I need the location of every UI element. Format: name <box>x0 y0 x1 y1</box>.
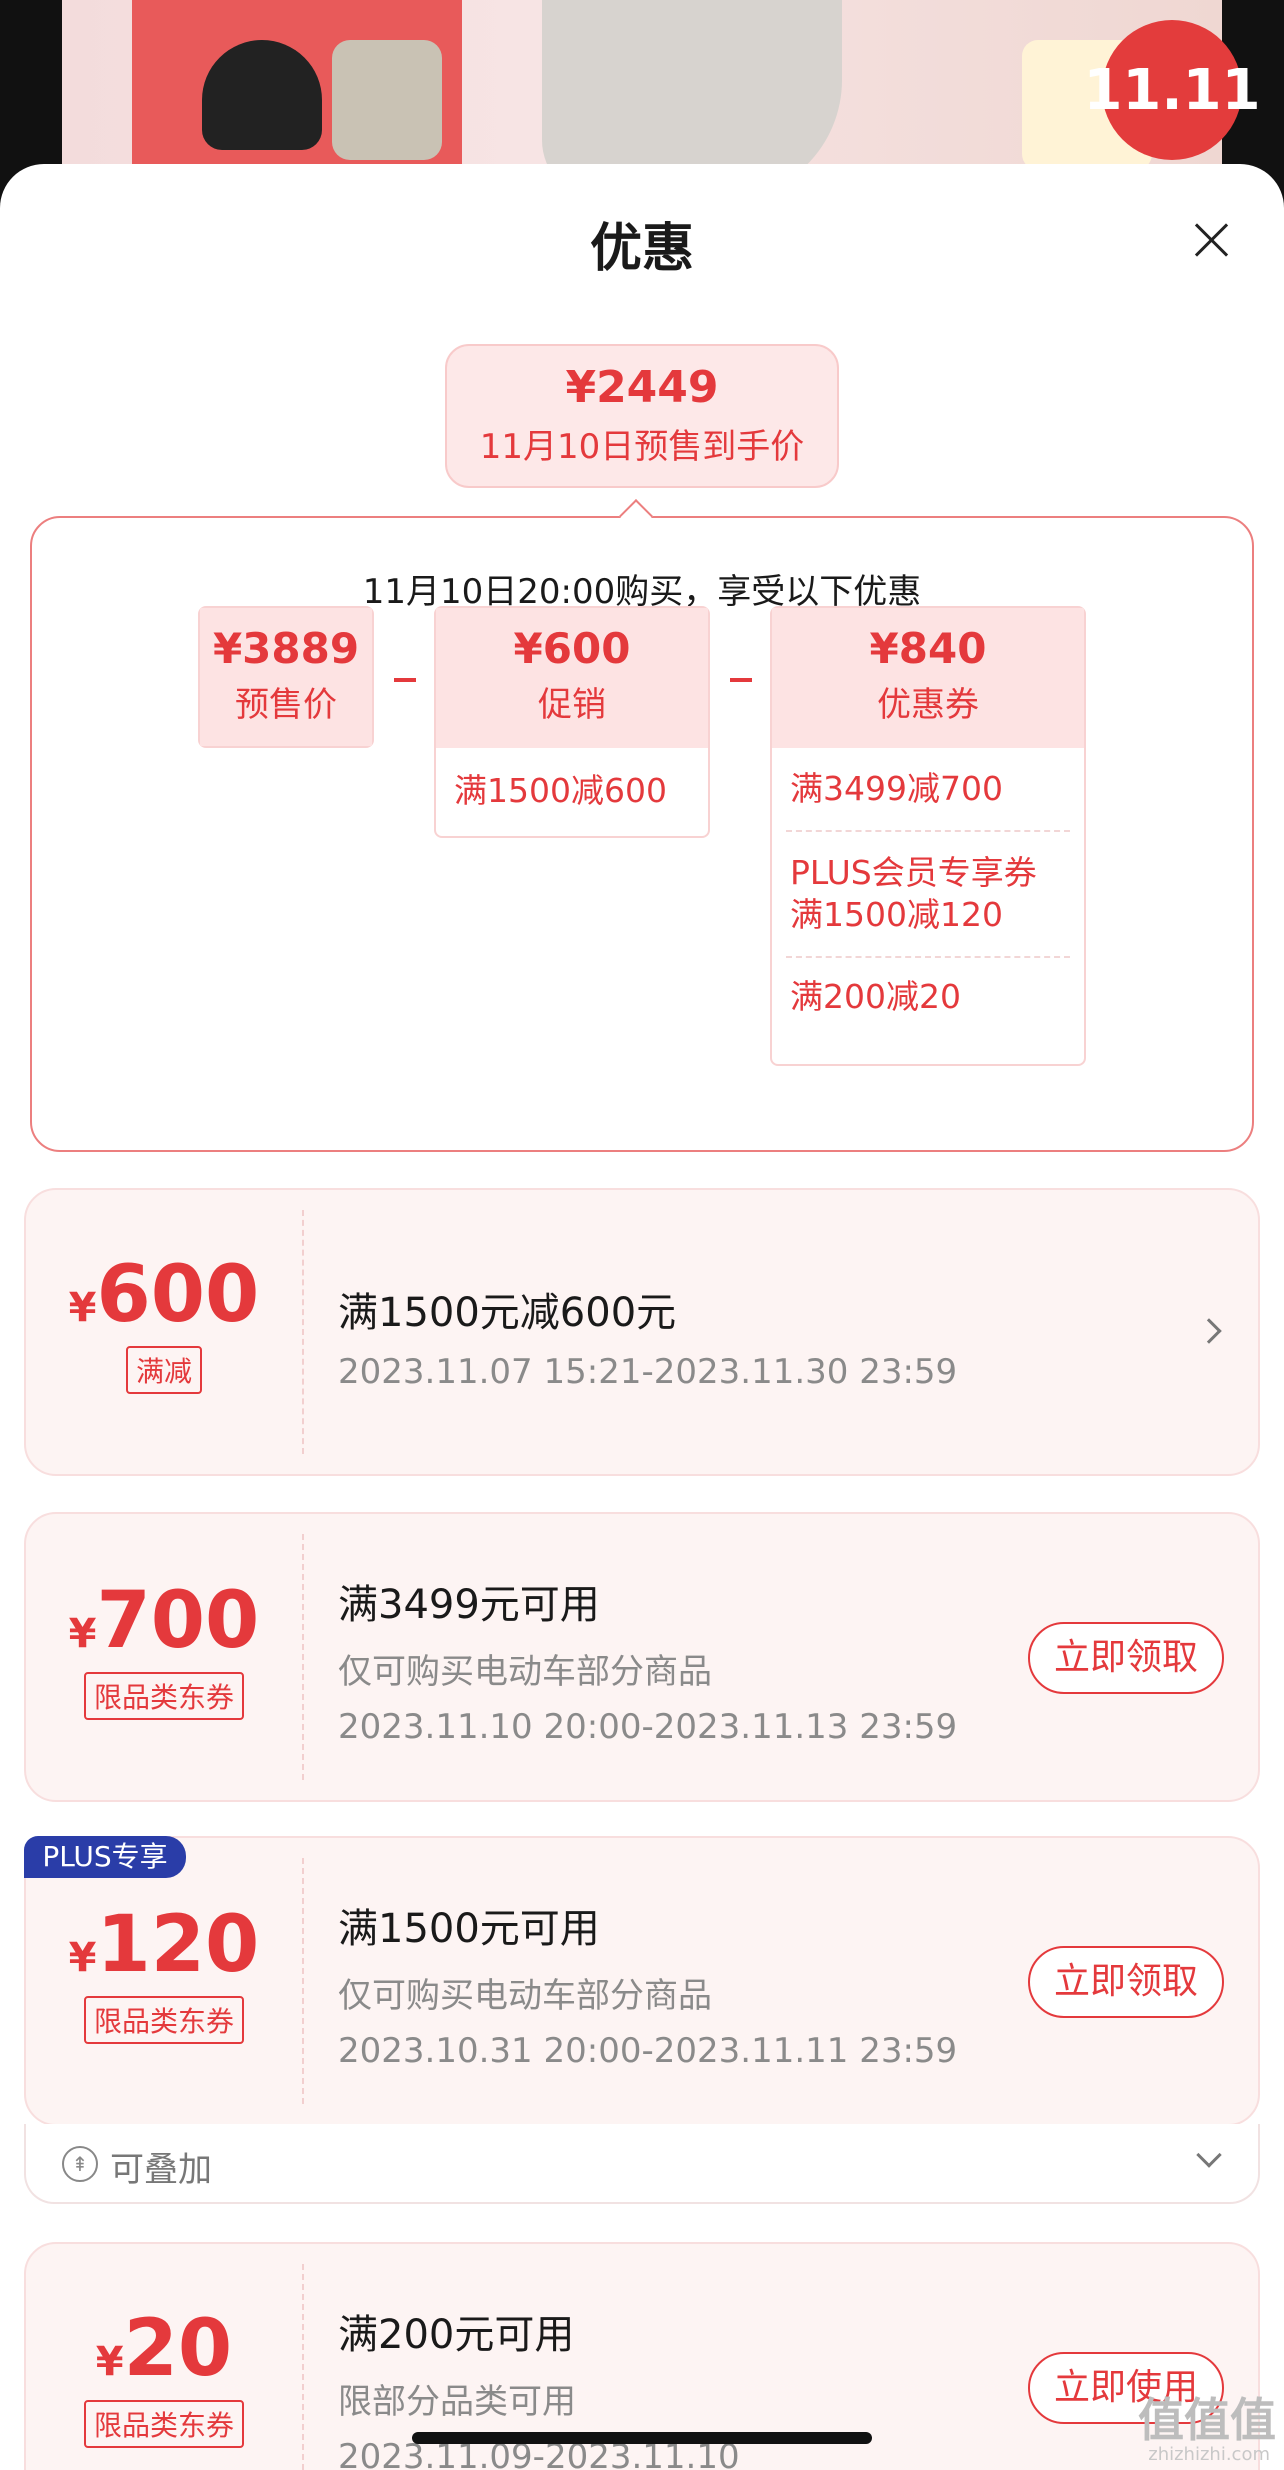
presale-head: ¥3889 预售价 <box>200 608 372 746</box>
coupon-condition: 满3499元可用 <box>338 1582 600 1628</box>
presale-box: ¥3889 预售价 <box>198 606 374 748</box>
coupon-card: ¥120 限品类东券 满1500元可用 仅可购买电动车部分商品 2023.10.… <box>24 1836 1260 2126</box>
coupon-type-tag: 满减 <box>125 1346 202 1394</box>
helmet-image <box>202 40 322 150</box>
coupon-sum-value: ¥840 <box>869 624 987 673</box>
coupon-scope: 限部分品类可用 <box>338 2382 576 2422</box>
coupon-divider <box>302 2264 304 2470</box>
final-price-box: ¥2449 11月10日预售到手价 <box>445 344 839 488</box>
coupon-amount: ¥20 <box>26 2304 302 2394</box>
coupon-sum-item-line: 满1500减120 <box>790 895 1003 934</box>
coupon-sum-item: PLUS会员专享券 满1500减120 <box>786 832 1070 958</box>
site-watermark-url: zhizhizhi.com <box>1148 2444 1270 2465</box>
final-price-amount: ¥2449 <box>565 362 719 413</box>
coupon-amount: ¥120 <box>26 1900 302 1990</box>
sheet-title: 优惠 <box>589 219 694 279</box>
final-price-label: 11月10日预售到手价 <box>479 427 805 467</box>
coupon-value-area: ¥20 限品类东券 <box>26 2244 302 2470</box>
coupon-amount: ¥600 <box>26 1250 302 1340</box>
presale-label: 预售价 <box>235 685 337 725</box>
coupon-card[interactable]: ¥600 满减 满1500元减600元 2023.11.07 15:21-202… <box>24 1188 1260 1476</box>
coupon-sum-box: ¥840 优惠券 满3499减700 PLUS会员专享券 满1500减120 满… <box>770 606 1086 1066</box>
claim-coupon-button[interactable]: 立即领取 <box>1028 1946 1224 2018</box>
promo-item: 满1500减600 <box>454 771 667 810</box>
chevron-down-icon[interactable] <box>1196 2142 1222 2168</box>
coupon-scope: 仅可购买电动车部分商品 <box>338 1652 712 1692</box>
minus-sign <box>730 678 752 682</box>
promo-head: ¥600 促销 <box>436 608 708 748</box>
coupon-type-tag: 限品类东券 <box>83 1996 244 2044</box>
coupon-condition: 满1500元可用 <box>338 1906 600 1952</box>
price-breakdown: 11月10日20:00购买，享受以下优惠 ¥3889 预售价 ¥600 促销 满… <box>30 499 1254 1152</box>
claim-coupon-button[interactable]: 立即领取 <box>1028 1622 1224 1694</box>
coupon-info: 满1500元可用 仅可购买电动车部分商品 2023.10.31 20:00-20… <box>338 1896 957 2071</box>
site-watermark: 值值值 <box>1138 2393 1276 2447</box>
stack-icon: ⇞ <box>62 2146 98 2182</box>
coupon-scope: 仅可购买电动车部分商品 <box>338 1976 712 2016</box>
coupon-divider <box>302 1210 304 1454</box>
coupon-amount-value: 20 <box>123 2304 233 2394</box>
promo-label: 促销 <box>538 685 606 725</box>
promo-value: ¥600 <box>513 624 631 673</box>
coupon-amount-value: 600 <box>96 1250 260 1340</box>
chevron-right-icon[interactable] <box>1196 1318 1222 1344</box>
coupon-card: ¥700 限品类东券 满3499元可用 仅可购买电动车部分商品 2023.11.… <box>24 1512 1260 1802</box>
coupon-divider <box>302 1858 304 2104</box>
coupon-validity: 2023.11.10 20:00-2023.11.13 23:59 <box>338 1707 958 1747</box>
coupon-type-tag: 限品类东券 <box>83 2400 244 2448</box>
double-eleven-badge: 11.11 <box>1083 20 1261 160</box>
coupon-value-area: ¥700 限品类东券 <box>26 1514 302 1800</box>
coupon-condition: 满200元可用 <box>338 2312 575 2358</box>
coupon-validity: 2023.10.31 20:00-2023.11.11 23:59 <box>338 2031 958 2071</box>
promo-box: ¥600 促销 满1500减600 <box>434 606 710 838</box>
presale-value: ¥3889 <box>212 624 360 673</box>
coupon-sum-head: ¥840 优惠券 <box>772 608 1084 748</box>
currency-symbol: ¥ <box>68 1611 97 1657</box>
currency-symbol: ¥ <box>68 1935 97 1981</box>
minus-sign <box>394 678 416 682</box>
currency-symbol: ¥ <box>68 1285 97 1331</box>
coupon-info: 满3499元可用 仅可购买电动车部分商品 2023.11.10 20:00-20… <box>338 1572 957 1747</box>
coupon-sum-item: 满3499减700 <box>786 748 1070 832</box>
coupon-amount-value: 120 <box>96 1900 260 1990</box>
coupon-sum-item-line: PLUS会员专享券 <box>790 853 1037 892</box>
stackable-label: 可叠加 <box>110 2150 212 2190</box>
coupon-condition: 满1500元减600元 <box>338 1290 677 1336</box>
plus-exclusive-badge: PLUS专享 <box>24 1836 186 1878</box>
discount-sheet: 优惠 ¥2449 11月10日预售到手价 11月10日20:00购买，享受以下优… <box>0 164 1284 2470</box>
coupon-validity: 2023.11.07 15:21-2023.11.30 23:59 <box>338 1352 958 1392</box>
coupon-sum-label: 优惠券 <box>877 685 979 725</box>
coupon-divider <box>302 1534 304 1780</box>
coupon-value-area: ¥120 限品类东券 <box>26 1838 302 2124</box>
coupon-amount: ¥700 <box>26 1576 302 1666</box>
breakdown-pointer <box>619 499 653 533</box>
coupon-value-area: ¥600 满减 <box>26 1190 302 1474</box>
coupon-info: 满200元可用 限部分品类可用 2023.11.09-2023.11.10 <box>338 2302 740 2470</box>
home-indicator[interactable] <box>412 2432 872 2444</box>
coupon-type-tag: 限品类东券 <box>83 1672 244 1720</box>
coupon-amount-value: 700 <box>96 1576 260 1666</box>
coupon-info: 满1500元减600元 2023.11.07 15:21-2023.11.30 … <box>338 1280 957 1392</box>
close-icon[interactable] <box>1192 220 1232 260</box>
stackable-toggle[interactable]: ⇞ 可叠加 <box>24 2124 1260 2204</box>
coupon-sum-item: 满200减20 <box>790 977 961 1016</box>
currency-symbol: ¥ <box>95 2339 124 2385</box>
jacket-image <box>332 40 442 160</box>
